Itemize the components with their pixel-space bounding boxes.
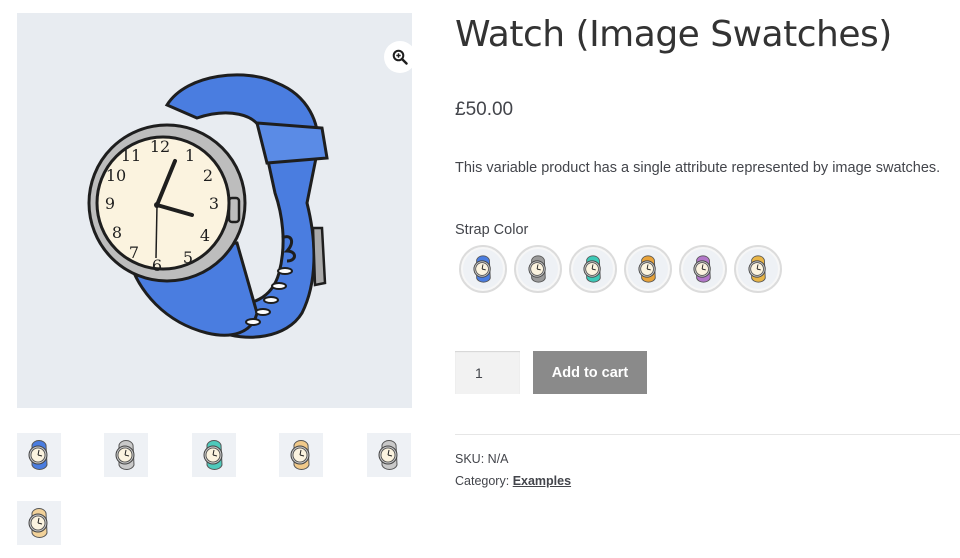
gallery-thumbnail[interactable] — [17, 433, 61, 477]
strap-color-swatch[interactable] — [734, 245, 782, 293]
gallery-thumbnail[interactable] — [367, 433, 411, 477]
meta-divider — [455, 434, 960, 435]
product-description: This variable product has a single attri… — [455, 160, 941, 176]
strap-color-swatch[interactable] — [569, 245, 617, 293]
svg-text:2: 2 — [203, 166, 213, 185]
zoom-button[interactable] — [384, 41, 412, 73]
svg-text:7: 7 — [129, 243, 139, 262]
sku-row: SKU: N/A — [455, 452, 509, 466]
svg-text:9: 9 — [105, 194, 115, 213]
gallery-thumbnail[interactable] — [279, 433, 323, 477]
strap-color-label: Strap Color — [455, 222, 529, 238]
strap-color-swatch[interactable] — [514, 245, 562, 293]
watch-illustration: 12 1 2 3 4 5 6 7 8 9 10 11 — [87, 73, 329, 339]
svg-text:4: 4 — [200, 226, 210, 245]
svg-text:10: 10 — [106, 166, 126, 185]
svg-text:6: 6 — [152, 256, 162, 275]
svg-text:5: 5 — [183, 248, 193, 267]
sku-label: SKU: — [455, 452, 485, 466]
zoom-in-icon — [392, 49, 408, 65]
category-link[interactable]: Examples — [513, 474, 571, 488]
gallery-thumbnail[interactable] — [192, 433, 236, 477]
strap-color-swatch[interactable] — [459, 245, 507, 293]
product-price: £50.00 — [455, 99, 514, 120]
add-to-cart-button[interactable]: Add to cart — [533, 351, 647, 394]
category-label: Category: — [455, 474, 510, 488]
svg-text:11: 11 — [121, 146, 141, 165]
svg-text:8: 8 — [112, 223, 122, 242]
product-title: Watch (Image Swatches) — [455, 14, 892, 55]
gallery-thumbnail[interactable] — [17, 501, 61, 545]
svg-text:3: 3 — [209, 194, 219, 213]
svg-text:12: 12 — [150, 137, 170, 156]
main-product-image[interactable]: 12 1 2 3 4 5 6 7 8 9 10 11 — [17, 13, 412, 408]
strap-color-swatch[interactable] — [624, 245, 672, 293]
gallery-thumbnail[interactable] — [104, 433, 148, 477]
svg-text:1: 1 — [185, 146, 195, 165]
category-row: Category: Examples — [455, 474, 571, 488]
quantity-input[interactable] — [455, 351, 520, 394]
strap-color-swatch[interactable] — [679, 245, 727, 293]
sku-value: N/A — [487, 452, 509, 466]
